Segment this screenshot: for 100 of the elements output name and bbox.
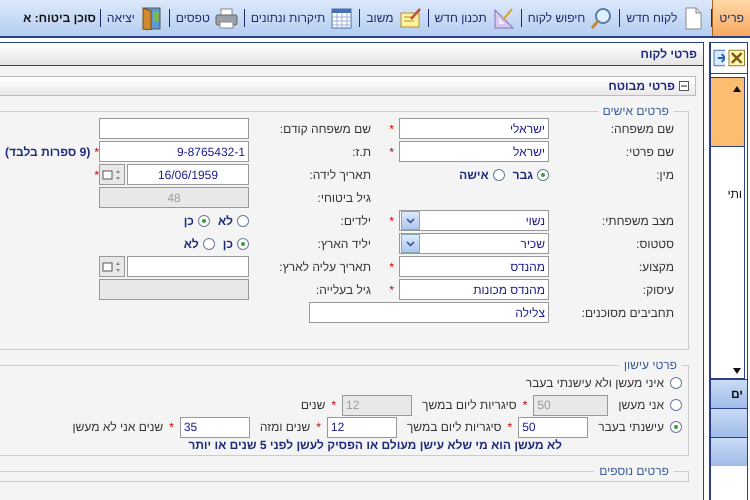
radio-label: גבר — [512, 168, 533, 182]
radio-label: אישה — [459, 168, 489, 182]
arrow-icon — [713, 49, 725, 67]
panel-title: פרטי לקוח — [0, 43, 703, 66]
text-field[interactable]: צלילה — [309, 302, 549, 323]
required-mark: * — [388, 122, 395, 136]
required-mark: * — [94, 168, 99, 182]
field-label: גיל ביטוחי: — [318, 190, 371, 204]
required-mark: * — [508, 420, 512, 434]
option-text: שנים אני לא מעשן — [72, 420, 164, 434]
field-label: מקצוע: — [638, 260, 674, 274]
radio-button[interactable] — [237, 214, 249, 226]
required-mark: * — [522, 398, 528, 412]
radio-button[interactable] — [237, 238, 249, 250]
scroll-up-icon — [733, 86, 741, 92]
radio-button[interactable] — [202, 238, 215, 250]
radio-label: לא — [218, 214, 233, 228]
group-legend: פרטי עישון — [618, 358, 682, 372]
option-text: איני מעשן ולא עישנתי בעבר — [526, 376, 664, 390]
radio-button[interactable] — [670, 399, 682, 411]
field-label: יליד הארץ: — [317, 236, 371, 250]
toolbar-button[interactable]: תיקרות ונתונים — [244, 0, 360, 36]
toolbar-button[interactable]: יציאה — [100, 0, 169, 36]
side-button[interactable]: ים — [711, 379, 747, 408]
date-field[interactable]: 16/06/1959 — [127, 164, 249, 185]
calendar-icon — [330, 6, 354, 30]
option-text: שנים — [300, 398, 326, 412]
number-field[interactable]: 35 — [180, 416, 250, 438]
calendar-spinner-icon — [102, 260, 122, 274]
date-picker-button[interactable] — [99, 164, 125, 185]
printer-icon — [214, 6, 238, 30]
search-icon — [590, 6, 614, 30]
field-label: תאריך לידה: — [309, 168, 371, 182]
field-hint: (9 ספרות בלבד) — [5, 144, 90, 158]
side-button[interactable] — [711, 437, 747, 466]
required-mark: * — [388, 260, 395, 274]
radio-label: לא — [184, 236, 199, 250]
smoking-note: לא מעשן הוא מי שלא עישן מעולם או הפסיק לעשן לפני 5 שנים או יותר — [187, 438, 563, 452]
dropdown-field[interactable]: שכיר — [399, 233, 549, 254]
toolbar-button[interactable]: תכנון חדש — [428, 0, 521, 36]
field-label: שם פרטי: — [626, 144, 674, 158]
date-picker-button[interactable] — [99, 256, 125, 277]
field-label: גיל בעלייה: — [316, 282, 371, 296]
field-label: סטטוס: — [636, 236, 674, 250]
option-text: שנים ומזה — [260, 420, 310, 434]
field-label: ילדים: — [340, 214, 371, 228]
toolbar-button[interactable]: טפסים — [170, 0, 244, 36]
number-field[interactable]: 50 — [518, 416, 588, 438]
dropdown-field[interactable]: נשוי — [399, 210, 549, 231]
field-label: תחביבים מסוכנים: — [582, 306, 674, 320]
required-mark: * — [169, 420, 174, 434]
toolbar-button[interactable]: פריט — [712, 0, 750, 36]
radio-button[interactable] — [492, 168, 505, 180]
text-field[interactable]: מהנדס מכונות — [399, 279, 549, 300]
radio-label: כן — [184, 214, 194, 228]
toolbar-button[interactable]: לקוח חדש — [620, 0, 712, 36]
calendar-spinner-icon — [102, 168, 122, 182]
field-label: עיסוק: — [642, 282, 674, 296]
door-icon — [140, 6, 163, 30]
option-text: אני מעשן — [618, 398, 664, 412]
chevron-down-icon — [406, 240, 415, 246]
radio-button[interactable] — [198, 214, 210, 226]
toolbar-button[interactable]: חיפוש לקוח — [522, 0, 620, 36]
field-label: שם משפחה קודם: — [280, 122, 371, 136]
required-mark: * — [94, 144, 99, 158]
list-item[interactable]: ותי — [711, 187, 744, 201]
section-title: פרטי מבוטח — [608, 79, 675, 93]
required-mark: * — [388, 282, 395, 296]
number-field[interactable]: 12 — [326, 416, 397, 438]
field-label: ת.ז: — [352, 144, 371, 158]
field-label: מין: — [656, 168, 674, 182]
close-icon — [728, 49, 745, 67]
date-field[interactable] — [127, 256, 249, 277]
field-label: שם משפחה: — [610, 122, 674, 136]
text-field[interactable]: ישראל — [399, 141, 549, 162]
toolbar-button[interactable]: משוב — [360, 0, 428, 36]
chevron-down-icon — [406, 218, 415, 224]
field-label: מצב משפחתי: — [602, 214, 674, 228]
radio-label: כן — [222, 236, 233, 250]
group-legend: פרטים נוספים — [594, 464, 674, 478]
notepad-icon — [398, 6, 422, 30]
text-field[interactable]: 9-8765432-1 — [99, 141, 249, 162]
scroll-down-icon — [733, 368, 741, 374]
required-mark: * — [316, 420, 321, 434]
radio-button[interactable] — [537, 168, 549, 180]
group-legend: פרטים אישים — [598, 104, 674, 118]
agent-label: סוכן ביטוח: א — [23, 11, 97, 25]
field-label: תאריך עליה לארץ: — [279, 260, 371, 274]
section-header[interactable]: פרטי מבוטח — [0, 76, 696, 96]
required-mark: * — [388, 214, 395, 228]
required-mark: * — [331, 398, 336, 412]
radio-button[interactable] — [670, 421, 682, 433]
text-field[interactable] — [99, 118, 249, 139]
side-button[interactable] — [711, 408, 747, 437]
option-text: עישנתי בעבר — [598, 420, 664, 434]
text-field[interactable]: ישראלי — [399, 118, 549, 139]
option-text: סיגריות ליום במשך — [406, 420, 502, 434]
text-field[interactable]: מהנדס — [399, 256, 549, 277]
radio-button[interactable] — [670, 377, 682, 389]
required-mark: * — [388, 144, 395, 158]
